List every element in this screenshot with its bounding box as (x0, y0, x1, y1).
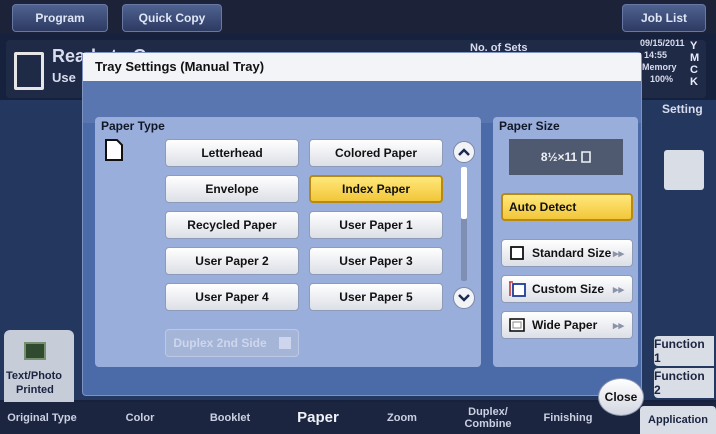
custom-size-icon (508, 281, 526, 297)
paper-type-title: Paper Type (101, 119, 165, 133)
toner-levels: YM CK (690, 40, 700, 88)
custom-size-label: Custom Size (532, 282, 605, 296)
dialog-title: Tray Settings (Manual Tray) (83, 53, 641, 81)
paper-icon (105, 139, 123, 166)
paper-type-user4[interactable]: User Paper 4 (165, 283, 299, 311)
double-chevron-right-icon: ▸▸ (612, 283, 624, 296)
wide-paper-button[interactable]: Wide Paper ▸▸ (501, 311, 633, 339)
auto-detect-label: Auto Detect (509, 200, 577, 214)
tab-original-type[interactable]: Original Type (0, 404, 84, 432)
tab-program[interactable]: Program (12, 4, 108, 32)
date-label: 09/15/2011 (640, 38, 685, 48)
paper-type-user1[interactable]: User Paper 1 (309, 211, 443, 239)
paper-size-title: Paper Size (499, 119, 560, 133)
tab-booklet[interactable]: Booklet (190, 404, 270, 432)
tab-duplex-combine[interactable]: Duplex/ Combine (448, 404, 528, 432)
time-label: 14:55 (644, 50, 668, 60)
function2-button[interactable]: Function 2 (654, 368, 714, 398)
paper-type-user5[interactable]: User Paper 5 (309, 283, 443, 311)
paper-type-colored[interactable]: Colored Paper (309, 139, 443, 167)
chevron-down-icon (458, 294, 470, 302)
duplex-checkbox-icon (278, 337, 291, 349)
double-chevron-right-icon: ▸▸ (612, 319, 624, 332)
paper-type-envelope[interactable]: Envelope (165, 175, 299, 203)
paper-size-value: 8½×11 (540, 150, 578, 164)
text-photo-icon (24, 342, 46, 360)
tray-settings-dialog: Tray Settings (Manual Tray) Paper Type L… (82, 52, 642, 396)
duplex-2nd-side-button[interactable]: Duplex 2nd Side (165, 329, 299, 357)
paper-type-recycled[interactable]: Recycled Paper (165, 211, 299, 239)
original-type-label: Text/Photo (6, 370, 63, 382)
standard-size-button[interactable]: Standard Size ▸▸ (501, 239, 633, 267)
paper-type-letterhead[interactable]: Letterhead (165, 139, 299, 167)
tab-quick-copy[interactable]: Quick Copy (122, 4, 222, 32)
function1-button[interactable]: Function 1 (654, 336, 714, 366)
wide-paper-icon (508, 317, 526, 333)
tab-application[interactable]: Application (640, 406, 716, 434)
thumbnail-icon[interactable] (664, 150, 704, 190)
original-type-label2: Printed (16, 384, 54, 396)
close-button[interactable]: Close (598, 378, 644, 416)
scroll-thumb[interactable] (461, 167, 467, 219)
scroll-up-button[interactable] (453, 141, 475, 163)
memory-label: Memory (642, 62, 677, 72)
wide-paper-label: Wide Paper (532, 318, 598, 332)
paper-type-panel: Paper Type Letterhead Colored Paper Enve… (95, 117, 481, 367)
standard-size-label: Standard Size (532, 246, 612, 260)
tab-color[interactable]: Color (100, 404, 180, 432)
paper-type-user3[interactable]: User Paper 3 (309, 247, 443, 275)
copier-screen: Program Quick Copy Job List Ready to Cop… (0, 0, 716, 434)
custom-size-button[interactable]: Custom Size ▸▸ (501, 275, 633, 303)
auto-detect-button[interactable]: Auto Detect (501, 193, 633, 221)
standard-size-icon (508, 245, 526, 261)
sub-text: Use (52, 70, 76, 85)
setting-label: Setting (662, 102, 703, 116)
portrait-paper-icon (581, 151, 591, 163)
chevron-up-icon (458, 148, 470, 156)
paper-size-panel: Paper Size 8½×11 Auto Detect Standard Si… (493, 117, 638, 367)
paper-type-index[interactable]: Index Paper (309, 175, 443, 203)
scroll-down-button[interactable] (453, 287, 475, 309)
tab-job-list[interactable]: Job List (622, 4, 706, 32)
double-chevron-right-icon: ▸▸ (612, 247, 624, 260)
tab-paper[interactable]: Paper (276, 404, 360, 432)
duplex-2nd-side-label: Duplex 2nd Side (173, 336, 267, 350)
document-icon (14, 52, 44, 90)
memory-pct: 100% (650, 74, 674, 84)
paper-type-user2[interactable]: User Paper 2 (165, 247, 299, 275)
tab-finishing[interactable]: Finishing (528, 404, 608, 432)
paper-size-display: 8½×11 (509, 139, 623, 175)
tab-zoom[interactable]: Zoom (362, 404, 442, 432)
